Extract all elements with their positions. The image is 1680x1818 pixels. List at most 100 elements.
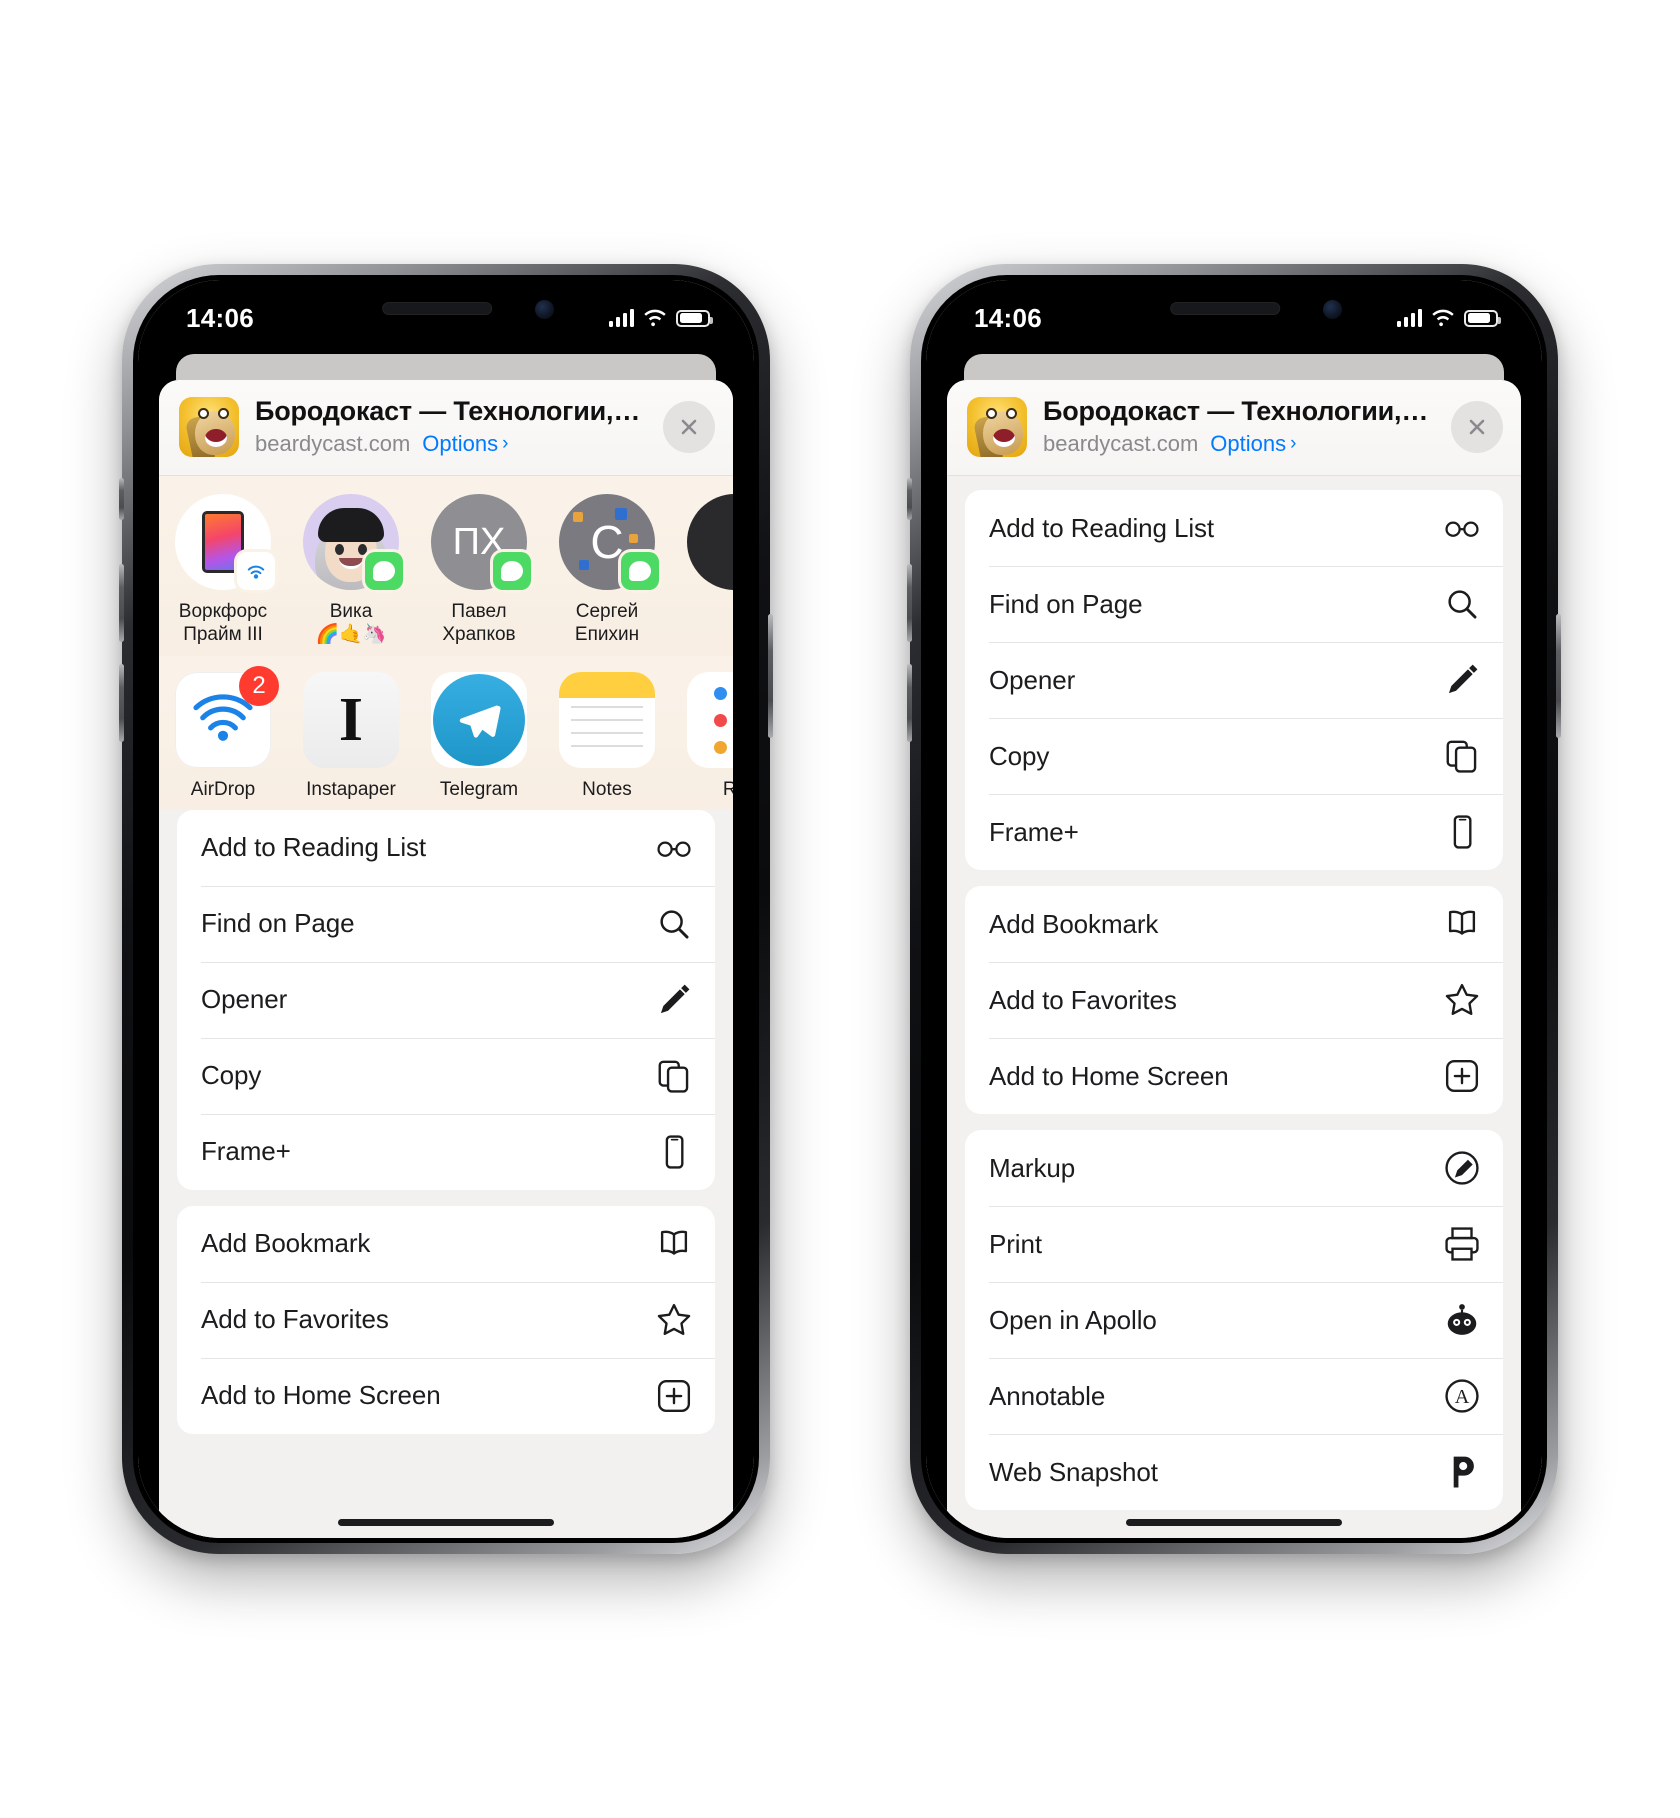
- options-button[interactable]: Options ›: [422, 431, 508, 457]
- sheet-backdrop-card: [964, 354, 1504, 380]
- action-copy[interactable]: Copy: [177, 1037, 715, 1114]
- contact-item[interactable]: Воркфорс Прайм III: [159, 494, 287, 646]
- contact-line1: Вика: [329, 601, 373, 622]
- action-label: Find on Page: [201, 908, 355, 939]
- share-title: Бородокаст — Технологии, нау…: [1043, 396, 1435, 426]
- volume-down-button[interactable]: [119, 664, 124, 742]
- action-add-to-home-screen[interactable]: Add to Home Screen: [177, 1357, 715, 1434]
- action-label: Open in Apollo: [989, 1304, 1157, 1335]
- action-web-snapshot[interactable]: Web Snapshot: [965, 1434, 1503, 1510]
- contacts-row[interactable]: Воркфорс Прайм III Вика 🌈🤙🦄 ПХ Павел Хра…: [159, 476, 733, 657]
- printer-icon: [1443, 1225, 1481, 1263]
- share-domain: beardycast.com: [255, 431, 411, 456]
- glasses-icon: [1443, 509, 1481, 547]
- power-button[interactable]: [768, 614, 773, 738]
- share-sheet-right: Бородокаст — Технологии, нау… beardycast…: [947, 380, 1521, 1538]
- close-icon: [1469, 419, 1485, 434]
- messages-badge-icon: [621, 552, 659, 590]
- action-group-2: Add Bookmark Add to Favorites Add to Hom…: [965, 886, 1503, 1114]
- app-item-reminders[interactable]: Re: [671, 672, 733, 801]
- action-markup[interactable]: Markup: [965, 1130, 1503, 1206]
- contact-line1: Сергей: [575, 601, 639, 622]
- apollo-icon: [1443, 1301, 1481, 1339]
- share-subtitle: beardycast.com Options ›: [255, 431, 647, 457]
- messages-badge-icon: [365, 552, 403, 590]
- app-label: Telegram: [439, 779, 519, 801]
- action-annotable[interactable]: Annotable A: [965, 1358, 1503, 1434]
- action-add-to-favorites[interactable]: Add to Favorites: [965, 962, 1503, 1038]
- action-find-on-page[interactable]: Find on Page: [177, 885, 715, 962]
- messages-badge-icon: [493, 552, 531, 590]
- wifi-icon: [643, 309, 667, 327]
- app-item-telegram[interactable]: Telegram: [415, 672, 543, 801]
- action-copy[interactable]: Copy: [965, 718, 1503, 794]
- action-add-to-reading-list[interactable]: Add to Reading List: [965, 490, 1503, 566]
- action-label: Opener: [989, 664, 1076, 695]
- share-subtitle: beardycast.com Options ›: [1043, 431, 1435, 457]
- contact-line1: Павел: [451, 601, 507, 622]
- volume-up-button[interactable]: [907, 564, 912, 642]
- close-button[interactable]: [663, 400, 715, 453]
- action-frame-plus[interactable]: Frame+: [965, 794, 1503, 870]
- app-label: Instapaper: [306, 779, 396, 801]
- contact-line2: Храпков: [442, 624, 516, 646]
- share-sheet-meta: Бородокаст — Технологии, нау… beardycast…: [1043, 396, 1435, 457]
- sheet-backdrop-card: [176, 354, 716, 380]
- airdrop-badge-icon: [237, 552, 275, 590]
- options-button[interactable]: Options ›: [1210, 431, 1296, 457]
- action-list-left[interactable]: Add to Reading List Find on Page Opener …: [159, 809, 733, 1538]
- home-indicator[interactable]: [338, 1519, 554, 1526]
- contact-item-partial[interactable]: [671, 494, 733, 646]
- annotable-icon: A: [1443, 1377, 1481, 1415]
- action-open-in-apollo[interactable]: Open in Apollo: [965, 1282, 1503, 1358]
- star-icon: [655, 1301, 693, 1339]
- action-add-to-favorites[interactable]: Add to Favorites: [177, 1281, 715, 1358]
- action-print[interactable]: Print: [965, 1206, 1503, 1282]
- app-label: Notes: [582, 779, 632, 801]
- contact-item[interactable]: ПХ Павел Храпков: [415, 494, 543, 646]
- contact-item[interactable]: C Сергей Епихин: [543, 494, 671, 646]
- action-add-bookmark[interactable]: Add Bookmark: [965, 886, 1503, 962]
- avatar: [175, 494, 275, 590]
- contact-label: Воркфорс Прайм III: [161, 600, 285, 646]
- action-label: Print: [989, 1228, 1042, 1259]
- app-item-airdrop[interactable]: 2 AirDrop: [159, 666, 287, 801]
- close-button[interactable]: [1451, 400, 1503, 453]
- action-add-to-reading-list[interactable]: Add to Reading List: [177, 810, 715, 886]
- volume-up-button[interactable]: [119, 564, 124, 642]
- action-label: Markup: [989, 1152, 1076, 1183]
- instapaper-icon: I: [303, 672, 399, 769]
- action-opener[interactable]: Opener: [965, 642, 1503, 718]
- contact-line2: Епихин: [574, 624, 640, 646]
- phone-left: 14:06 Бородокаст — Технологии, н beardyc…: [119, 264, 773, 1554]
- site-thumbnail-icon: [179, 396, 239, 457]
- action-add-bookmark[interactable]: Add Bookmark: [177, 1206, 715, 1282]
- contact-item[interactable]: Вика 🌈🤙🦄: [287, 494, 415, 646]
- action-find-on-page[interactable]: Find on Page: [965, 566, 1503, 642]
- share-sheet-header: Бородокаст — Технологии, нау… beardycast…: [159, 380, 733, 475]
- power-button[interactable]: [1556, 614, 1561, 738]
- screenshot-stage: 14:06 Бородокаст — Технологии, н beardyc…: [0, 0, 1680, 1818]
- phone-icon: [1443, 813, 1481, 851]
- contact-label: Павел Храпков: [417, 600, 541, 646]
- volume-down-button[interactable]: [907, 664, 912, 742]
- notes-icon: [559, 672, 655, 769]
- home-indicator[interactable]: [1126, 1519, 1342, 1526]
- action-label: Frame+: [989, 816, 1079, 847]
- apps-row[interactable]: 2 AirDrop I Instapaper Telegram Notes R: [159, 656, 733, 810]
- phone-icon: [655, 1133, 693, 1171]
- action-label: Add to Home Screen: [989, 1060, 1229, 1091]
- app-item-instapaper[interactable]: I Instapaper: [287, 672, 415, 801]
- action-opener[interactable]: Opener: [177, 961, 715, 1038]
- action-list-right[interactable]: Add to Reading List Find on Page Opener …: [947, 476, 1521, 1538]
- action-frame-plus[interactable]: Frame+: [177, 1113, 715, 1190]
- mute-switch[interactable]: [119, 478, 124, 520]
- share-title: Бородокаст — Технологии, нау…: [255, 396, 647, 426]
- site-thumbnail-icon: [967, 396, 1027, 457]
- contact-line2: 🌈🤙🦄: [315, 624, 387, 646]
- status-indicators: [608, 309, 713, 327]
- close-icon: [681, 419, 697, 434]
- mute-switch[interactable]: [907, 478, 912, 520]
- app-item-notes[interactable]: Notes: [543, 672, 671, 801]
- action-add-to-home-screen[interactable]: Add to Home Screen: [965, 1038, 1503, 1114]
